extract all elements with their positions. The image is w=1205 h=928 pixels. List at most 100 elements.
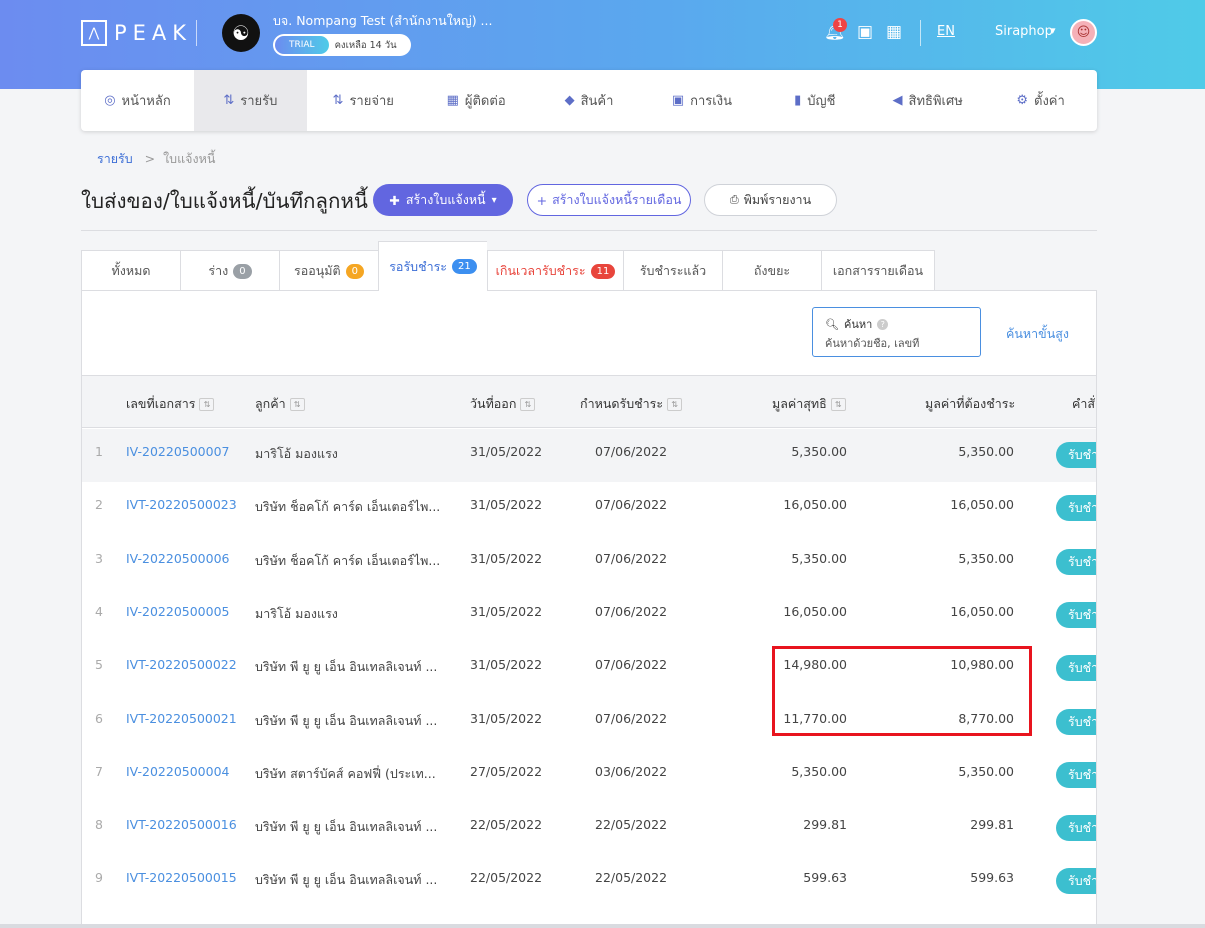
tab-paid[interactable]: รับชำระแล้ว (623, 250, 722, 291)
receive-payment-button[interactable]: รับชำระ (1056, 761, 1096, 788)
col-due-date[interactable]: กำหนดรับชำระ ⇅ (580, 394, 683, 414)
gear-icon: ⚙ (1016, 93, 1028, 108)
col-issue-date[interactable]: วันที่ออก ⇅ (470, 394, 536, 414)
nav-item-contacts[interactable]: ▦ ผู้ติดต่อ (420, 70, 533, 131)
sort-icon[interactable]: ⇅ (199, 397, 215, 411)
sort-icon[interactable]: ⇅ (830, 397, 846, 411)
col-label: กำหนดรับชำระ (580, 396, 664, 411)
apps-grid-icon[interactable]: ▦ (886, 22, 902, 42)
advanced-search-link[interactable]: ค้นหาขั้นสูง (1006, 324, 1069, 344)
language-switch[interactable]: EN (937, 24, 955, 39)
row-number: 8 (95, 817, 103, 833)
tab-awaiting-payment[interactable]: รอรับชำระ 21 (378, 241, 487, 291)
search-icon: 🔍︎ (825, 317, 839, 331)
company-logo-icon[interactable]: ☯ (222, 14, 260, 52)
tab-monthly-docs[interactable]: เอกสารรายเดือน (821, 250, 935, 291)
horizontal-scrollbar[interactable] (0, 924, 1205, 928)
nav-item-home[interactable]: ◎ หน้าหลัก (81, 70, 194, 131)
username[interactable]: Siraphop (995, 24, 1053, 39)
create-invoice-button[interactable]: ✚ สร้างใบแจ้งหนี้ ▾ (373, 184, 513, 216)
table-header: เลขที่เอกสาร ⇅ ลูกค้า ⇅ วันที่ออก ⇅ กำหนดรั… (82, 375, 1096, 428)
amount-due: 5,350.00 (958, 550, 1014, 566)
tab-label: ทั้งหมด (111, 263, 151, 278)
table-row[interactable]: 3 IV-20220500006 บริษัท ช็อคโก้ คาร์ด เอ็น… (82, 536, 1096, 589)
receive-payment-button[interactable]: รับชำระ (1056, 655, 1096, 682)
net-amount: 5,350.00 (791, 444, 847, 459)
tab-trash[interactable]: ถังขยะ (722, 250, 821, 291)
due-date: 22/05/2022 (595, 817, 668, 833)
sort-icon[interactable]: ⇅ (667, 397, 683, 411)
tab-label: รอรับชำระ (389, 258, 448, 274)
doc-number-link[interactable]: IV-20220500007 (126, 444, 230, 459)
table-row[interactable]: 4 IV-20220500005 มาริโอ้ มองแรง 31/05/2022 0… (82, 589, 1096, 642)
doc-number-link[interactable]: IV-20220500005 (126, 604, 230, 619)
nav-label: ตั้งค่า (1034, 94, 1065, 109)
nav-item-privileges[interactable]: ◀ สิทธิพิเศษ (871, 70, 984, 131)
tab-count-badge: 11 (590, 263, 616, 279)
doc-number-link[interactable]: IVT-20220500021 (126, 711, 237, 726)
company-name[interactable]: บจ. Nompang Test (สำนักงานใหญ่) ... (273, 11, 492, 31)
nav-label: สิทธิพิเศษ (908, 94, 963, 109)
receive-payment-button[interactable]: รับชำระ (1056, 868, 1096, 895)
col-amount-due: มูลค่าที่ต้องชำระ (925, 394, 1015, 414)
help-icon[interactable]: ? (877, 318, 889, 330)
amount-due: 16,050.00 (950, 497, 1014, 513)
sort-icon[interactable]: ⇅ (289, 397, 305, 411)
sort-icon[interactable]: ⇅ (520, 397, 536, 411)
table-row[interactable]: 2 IVT-20220500023 บริษัท ช็อคโก้ คาร์ด เอ็… (82, 482, 1096, 535)
doc-number-link[interactable]: IVT-20220500016 (126, 817, 237, 832)
doc-number-link[interactable]: IVT-20220500023 (126, 497, 237, 512)
search-input[interactable] (825, 337, 965, 350)
due-date: 07/06/2022 (595, 657, 668, 673)
nav-item-settings[interactable]: ⚙ ตั้งค่า (984, 70, 1097, 131)
nav-item-finance[interactable]: ▣ การเงิน (645, 70, 758, 131)
col-customer[interactable]: ลูกค้า ⇅ (255, 394, 305, 414)
row-number: 4 (95, 603, 103, 619)
doc-number-link[interactable]: IVT-20220500015 (126, 870, 237, 885)
tab-awaiting-approval[interactable]: รออนุมัติ 0 (279, 250, 378, 291)
nav-item-accounting[interactable]: ▮ บัญชี (758, 70, 871, 131)
table-row[interactable]: 1 IV-20220500007 มาริโอ้ มองแรง 31/05/2022 0… (82, 429, 1096, 483)
issue-date: 31/05/2022 (470, 710, 543, 726)
col-doc-number[interactable]: เลขที่เอกสาร ⇅ (126, 394, 215, 414)
doc-number-link[interactable]: IV-20220500004 (126, 764, 230, 779)
print-report-button[interactable]: ⎙ พิมพ์รายงาน (704, 184, 837, 216)
breadcrumb-parent[interactable]: รายรับ (97, 151, 133, 166)
nav-item-expense[interactable]: ⇅ รายจ่าย (307, 70, 420, 131)
doc-number-link[interactable]: IV-20220500006 (126, 551, 230, 566)
peak-logo[interactable]: ⋀ PEAK (81, 20, 192, 46)
receive-payment-button[interactable]: รับชำระ (1056, 708, 1096, 735)
trial-badge: TRIAL (275, 36, 329, 54)
issue-date: 31/05/2022 (470, 444, 543, 459)
receive-payment-button[interactable]: รับชำระ (1056, 495, 1096, 522)
customer-name: บริษัท พี ยู ยู เอ็น อินเทลลิเจนท์ ... (255, 659, 438, 675)
tab-overdue[interactable]: เกินเวลารับชำระ 11 (487, 250, 623, 291)
tab-draft[interactable]: ร่าง 0 (180, 250, 279, 291)
search-label-row: 🔍︎ ค้นหา ? (825, 315, 968, 333)
doc-number-link[interactable]: IVT-20220500022 (126, 657, 237, 672)
amount-due: 5,350.00 (958, 444, 1014, 459)
table-row[interactable]: 8 IVT-20220500016 บริษัท พี ยู ยู เอ็น อิน… (82, 802, 1096, 855)
user-avatar[interactable]: ☺ (1070, 19, 1097, 46)
search-box[interactable]: 🔍︎ ค้นหา ? (812, 307, 981, 357)
tab-all[interactable]: ทั้งหมด (81, 250, 180, 291)
customer-name: บริษัท พี ยู ยู เอ็น อินเทลลิเจนท์ ... (255, 712, 438, 728)
table-row[interactable]: 7 IV-20220500004 บริษัท สตาร์บัคส์ คอฟฟี่ … (82, 749, 1096, 802)
customer-name: มาริโอ้ มองแรง (255, 605, 338, 621)
nav-item-products[interactable]: ◆ สินค้า (533, 70, 646, 131)
receive-payment-button[interactable]: รับชำระ (1056, 601, 1096, 628)
receive-payment-button[interactable]: รับชำระ (1056, 548, 1096, 575)
book-icon[interactable]: ▣ (857, 22, 873, 42)
receive-payment-button[interactable]: รับชำระ (1056, 442, 1096, 468)
table-row[interactable]: 9 IVT-20220500015 บริษัท พี ยู ยู เอ็น อิน… (82, 855, 1096, 908)
header-divider-2 (920, 20, 921, 46)
nav-item-income[interactable]: ⇅ รายรับ (193, 70, 307, 131)
page-title: ใบส่งของ/ใบแจ้งหนี้/บันทึกลูกหนี้ (81, 189, 368, 213)
trial-status-pill[interactable]: TRIAL คงเหลือ 14 วัน (273, 34, 411, 56)
main-nav: ◎ หน้าหลัก ⇅ รายรับ ⇅ รายจ่าย ▦ ผู้ติดต่อ ◆ ส… (81, 70, 1097, 131)
receive-payment-button[interactable]: รับชำระ (1056, 815, 1096, 842)
chevron-down-icon[interactable]: ▾ (1050, 24, 1056, 37)
due-date: 07/06/2022 (595, 550, 668, 566)
col-net-amount[interactable]: มูลค่าสุทธิ ⇅ (772, 394, 846, 414)
create-monthly-invoice-button[interactable]: + สร้างใบแจ้งหนี้รายเดือน (527, 184, 691, 216)
